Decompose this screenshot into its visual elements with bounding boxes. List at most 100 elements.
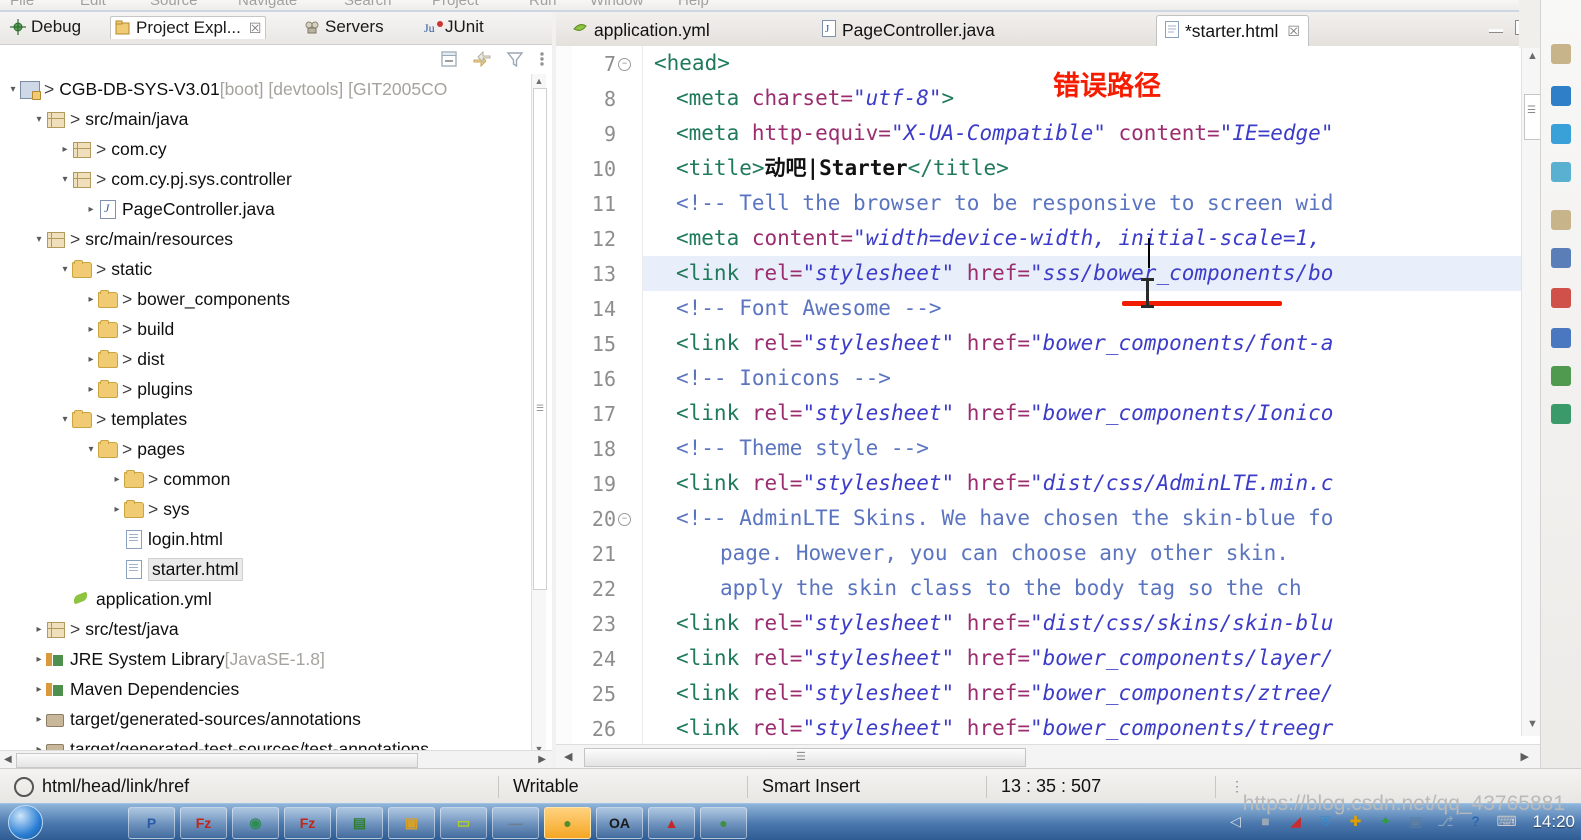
tree-expand-arrow-open-icon[interactable]: ▾	[32, 234, 46, 245]
code-line-21[interactable]: page. However, you can choose any other …	[654, 536, 1289, 571]
menu-item-project[interactable]: Project	[432, 0, 479, 9]
tree-item-sys[interactable]: ▸ > sys	[0, 494, 536, 524]
taskbar-item-navicat[interactable]: ▲	[648, 807, 695, 839]
tree-item-build[interactable]: ▸ > build	[0, 314, 536, 344]
view-tab-junit[interactable]: Ju JUnit	[420, 16, 488, 38]
tree-item-jre-system-library[interactable]: ▸ JRE System Library [JavaSE-1.8]	[0, 644, 536, 674]
tree-expand-arrow-open-icon[interactable]: ▾	[84, 444, 98, 455]
tree-item-static[interactable]: ▾ > static	[0, 254, 536, 284]
tree-item-com-cy[interactable]: ▸ > com.cy	[0, 134, 536, 164]
code-viewport[interactable]: 7−8 9 10 11 12 13 14 15 16 17 18 19 20−21 22 23 24 25 26 …	[556, 46, 1541, 751]
right-toolbar-icon-3[interactable]	[1551, 124, 1571, 144]
tree-item-common[interactable]: ▸ > common	[0, 464, 536, 494]
tree-expand-arrow-closed-icon[interactable]: ▸	[84, 354, 98, 365]
right-toolbar-icon-8[interactable]	[1551, 328, 1571, 348]
tree-expand-arrow-closed-icon[interactable]: ▸	[32, 624, 46, 635]
code-line-23[interactable]: <link rel="stylesheet" href="dist/css/sk…	[654, 606, 1333, 641]
code-line-8[interactable]: <meta charset="utf-8">	[654, 81, 954, 116]
tree-item-pagecontroller-java[interactable]: ▸ PageController.java	[0, 194, 536, 224]
tree-expand-arrow-open-icon[interactable]: ▾	[58, 414, 72, 425]
taskbar-item-chrome[interactable]: ◉	[232, 807, 279, 839]
right-toolbar-icon-7[interactable]	[1551, 288, 1571, 308]
editor-tab-pagecontroller-java[interactable]: J PageController.java	[814, 15, 1003, 46]
taskbar-item-browser[interactable]: ●	[700, 807, 747, 839]
tree-expand-arrow-closed-icon[interactable]: ▸	[32, 684, 46, 695]
code-line-17[interactable]: <link rel="stylesheet" href="bower_compo…	[654, 396, 1333, 431]
tree-expand-arrow-closed-icon[interactable]: ▸	[84, 204, 98, 215]
tree-expand-arrow-open-icon[interactable]: ▾	[58, 264, 72, 275]
collapse-all-icon[interactable]	[439, 49, 459, 69]
right-toolbar-icon-4[interactable]	[1551, 162, 1571, 182]
tree-item-templates[interactable]: ▾ > templates	[0, 404, 536, 434]
project-tree[interactable]: ▾ > CGB-DB-SYS-V3.01 [boot] [devtools] [GI…	[0, 74, 536, 756]
editor-vertical-scrollbar[interactable]: ▲ ☰ ▼	[1521, 46, 1541, 736]
code-line-19[interactable]: <link rel="stylesheet" href="dist/css/Ad…	[654, 466, 1333, 501]
tree-item-com-cy-pj-sys-controller[interactable]: ▾ > com.cy.pj.sys.controller	[0, 164, 536, 194]
taskbar-item-filezilla-2[interactable]: Fz	[284, 807, 331, 839]
taskbar-item-notepad[interactable]: ▤	[336, 807, 383, 839]
tree-item-dist[interactable]: ▸ > dist	[0, 344, 536, 374]
tree-expand-arrow-open-icon[interactable]: ▾	[6, 84, 20, 95]
tree-item-starter-html[interactable]: starter.html	[0, 554, 536, 584]
tree-expand-arrow-closed-icon[interactable]: ▸	[32, 714, 46, 725]
editor-scroll-left-arrow-icon[interactable]: ◀	[564, 750, 572, 763]
menu-item-file[interactable]: File	[10, 0, 34, 9]
taskbar-item-eclipse[interactable]: ●	[544, 807, 591, 839]
tree-item-maven-dependencies[interactable]: ▸ Maven Dependencies	[0, 674, 536, 704]
editor-tab--starter-html[interactable]: *starter.html ☒	[1156, 15, 1309, 47]
tree-item-login-html[interactable]: login.html	[0, 524, 536, 554]
code-line-14[interactable]: <!-- Font Awesome -->	[654, 291, 942, 326]
editor-scrollbar-thumb[interactable]	[1524, 94, 1541, 140]
start-button[interactable]	[8, 805, 43, 840]
tree-expand-arrow-open-icon[interactable]: ▾	[58, 174, 72, 185]
tree-item-src-main-resources[interactable]: ▾ > src/main/resources	[0, 224, 536, 254]
tree-expand-arrow-closed-icon[interactable]: ▸	[32, 654, 46, 665]
tree-expand-arrow-closed-icon[interactable]: ▸	[84, 324, 98, 335]
filter-icon[interactable]	[505, 49, 525, 69]
right-toolbar-icon-6[interactable]	[1551, 248, 1571, 268]
code-line-10[interactable]: <title>动吧|Starter</title>	[654, 151, 1009, 186]
menu-item-search[interactable]: Search	[344, 0, 392, 9]
code-fold-toggle-icon[interactable]: −	[618, 513, 631, 526]
tree-expand-arrow-closed-icon[interactable]: ▸	[110, 504, 124, 515]
tree-item-pages[interactable]: ▾ > pages	[0, 434, 536, 464]
right-toolbar-icon-5[interactable]	[1551, 210, 1571, 230]
view-tab-projectexpl[interactable]: Project Expl... ☒	[110, 16, 267, 39]
code-line-18[interactable]: <!-- Theme style -->	[654, 431, 929, 466]
tree-item-bower-components[interactable]: ▸ > bower_components	[0, 284, 536, 314]
editor-scroll-down-arrow-icon[interactable]: ▼	[1527, 718, 1538, 730]
tree-expand-arrow-closed-icon[interactable]: ▸	[110, 474, 124, 485]
tree-item-application-yml[interactable]: application.yml	[0, 584, 536, 614]
code-line-7[interactable]: <head>	[654, 46, 730, 81]
status-insert-mode-cell[interactable]: Smart Insert	[748, 769, 986, 804]
project-tree-vertical-scrollbar[interactable]: ▲ ☰ ▼	[531, 74, 547, 756]
menu-item-edit[interactable]: Edit	[80, 0, 106, 9]
menu-item-source[interactable]: Source	[150, 0, 198, 9]
code-text[interactable]: <head> <meta charset="utf-8"> <meta http-e…	[642, 46, 1522, 751]
taskbar-item-powerpoint[interactable]: P	[128, 807, 175, 839]
editor-scroll-right-arrow-icon[interactable]: ▶	[1521, 750, 1529, 763]
view-menu-icon[interactable]	[538, 49, 546, 69]
scroll-left-arrow-icon[interactable]: ◀	[4, 754, 12, 765]
tree-item-src-test-java[interactable]: ▸ > src/test/java	[0, 614, 536, 644]
taskbar-item-explorer[interactable]: ▣	[388, 807, 435, 839]
scroll-up-arrow-icon[interactable]: ▲	[534, 76, 544, 86]
tree-item-target-generated-sources-annotations[interactable]: ▸ target/generated-sources/annotations	[0, 704, 536, 734]
marker-column[interactable]	[556, 46, 572, 751]
scrollbar-thumb[interactable]	[533, 88, 547, 590]
tree-expand-arrow-closed-icon[interactable]: ▸	[84, 384, 98, 395]
menu-item-navigate[interactable]: Navigate	[238, 0, 297, 9]
scroll-right-arrow-icon[interactable]: ▶	[538, 754, 546, 765]
code-line-9[interactable]: <meta http-equiv="X-UA-Compatible" conte…	[654, 116, 1333, 151]
tree-expand-arrow-open-icon[interactable]: ▾	[32, 114, 46, 125]
code-line-16[interactable]: <!-- Ionicons -->	[654, 361, 891, 396]
right-toolbar-icon-10[interactable]	[1551, 404, 1571, 424]
menu-item-help[interactable]: Help	[678, 0, 709, 9]
code-line-12[interactable]: <meta content="width=device-width, initi…	[654, 221, 1321, 256]
view-tab-debug[interactable]: Debug	[6, 16, 85, 38]
editor-scroll-up-arrow-icon[interactable]: ▲	[1527, 50, 1538, 62]
taskbar-item-cmd[interactable]: OA	[596, 807, 643, 839]
minimize-button[interactable]	[1489, 29, 1503, 33]
code-line-13[interactable]: <link rel="stylesheet" href="sss/bower_c…	[654, 256, 1333, 291]
menu-item-run[interactable]: Run	[529, 0, 557, 9]
